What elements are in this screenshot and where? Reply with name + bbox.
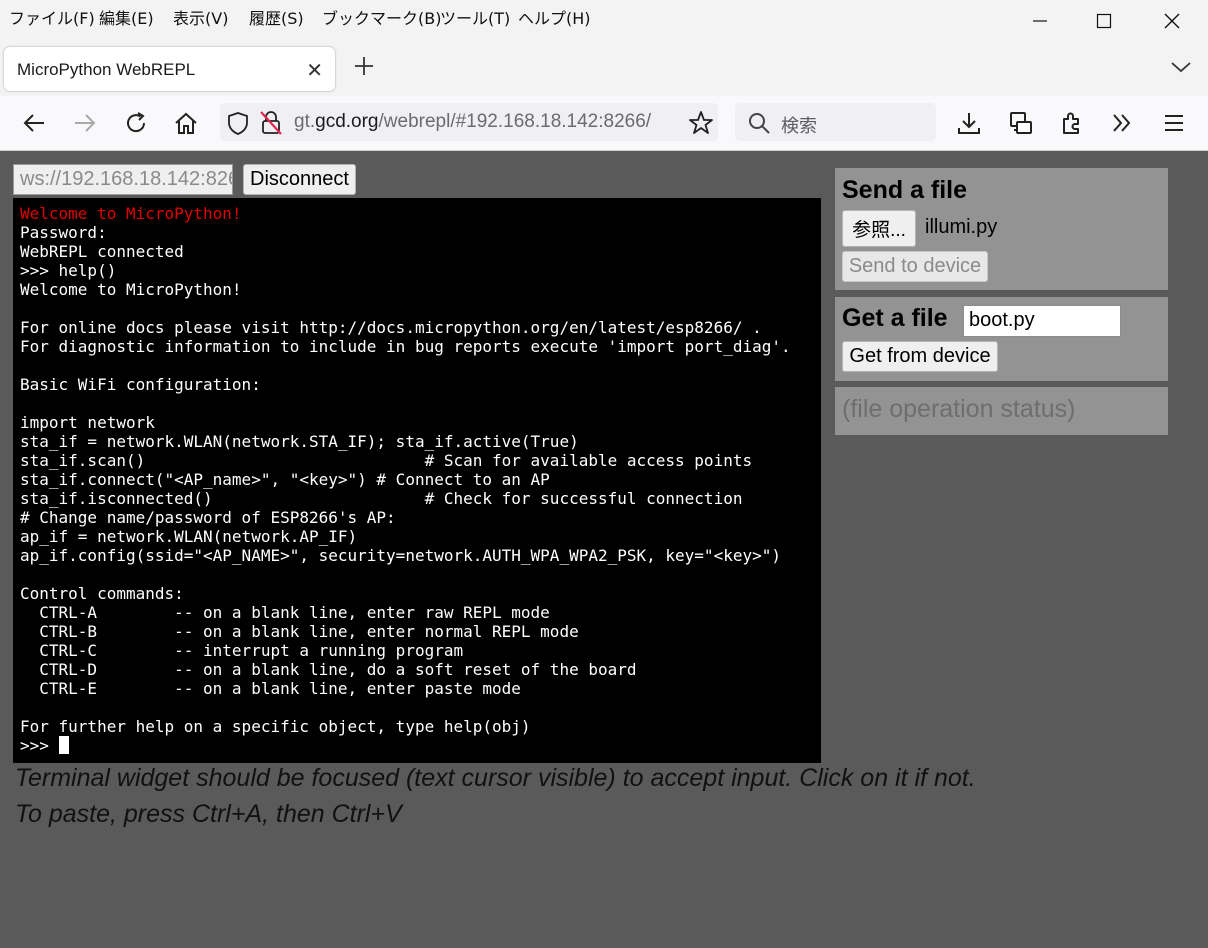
maximize-icon <box>1096 13 1112 29</box>
send-file-panel: Send a file 参照... illumi.py Send to devi… <box>835 168 1168 290</box>
focus-hint: Terminal widget should be focused (text … <box>15 764 976 792</box>
back-arrow-icon <box>23 114 44 132</box>
send-to-device-button[interactable]: Send to device <box>842 251 988 282</box>
download-icon <box>958 113 980 134</box>
tab-strip: MicroPython WebREPL ✕ <box>0 34 1208 96</box>
search-box[interactable]: 検索 <box>735 103 936 141</box>
file-status-text: (file operation status) <box>842 395 1076 423</box>
minimize-icon <box>1033 20 1047 22</box>
paste-hint: To paste, press Ctrl+A, then Ctrl+V <box>15 800 402 828</box>
home-button[interactable] <box>172 109 200 137</box>
text-cursor <box>58 736 69 754</box>
selected-file-name: illumi.py <box>925 216 998 238</box>
navigation-bar: gt.gcd.org/webrepl/#192.168.18.142:8266/… <box>0 96 1208 151</box>
device-icon <box>1010 112 1032 134</box>
terminal[interactable]: Welcome to MicroPython! Password: WebREP… <box>13 198 821 763</box>
menu-bookmarks[interactable]: ブックマーク(B) <box>322 5 441 29</box>
terminal-output: Welcome to MicroPython! Password: WebREP… <box>20 204 791 755</box>
menu-file[interactable]: ファイル(F) <box>9 5 95 29</box>
plus-icon <box>355 57 373 75</box>
extension-device-button[interactable] <box>1007 109 1035 137</box>
list-all-tabs-icon[interactable] <box>1170 60 1192 74</box>
shield-icon[interactable] <box>226 111 250 135</box>
send-file-title: Send a file <box>842 176 968 204</box>
tab-close-icon[interactable]: ✕ <box>306 58 323 82</box>
search-icon <box>749 113 770 134</box>
double-chevron-icon <box>1113 114 1131 132</box>
terminal-welcome: Welcome to MicroPython! <box>20 204 242 223</box>
browse-button[interactable]: 参照... <box>842 210 916 247</box>
websocket-url-input[interactable]: ws://192.168.18.142:8266/ <box>13 164 233 195</box>
menu-tools[interactable]: ツール(T) <box>440 5 510 29</box>
file-status-panel: (file operation status) <box>835 387 1168 435</box>
forward-button[interactable] <box>71 109 99 137</box>
menu-edit[interactable]: 編集(E) <box>99 5 154 29</box>
close-icon <box>1164 13 1180 29</box>
extensions-button[interactable] <box>1058 109 1086 137</box>
insecure-lock-icon[interactable] <box>259 110 283 136</box>
menu-view[interactable]: 表示(V) <box>173 5 228 29</box>
get-from-device-button[interactable]: Get from device <box>842 341 998 372</box>
search-placeholder: 検索 <box>781 116 817 137</box>
hamburger-icon <box>1165 115 1183 131</box>
bookmark-star-icon[interactable] <box>688 110 714 136</box>
puzzle-icon <box>1063 112 1079 134</box>
address-bar[interactable]: gt.gcd.org/webrepl/#192.168.18.142:8266/ <box>220 103 718 141</box>
reload-button[interactable] <box>122 109 150 137</box>
get-file-title: Get a file <box>842 304 948 332</box>
tab-title: MicroPython WebREPL <box>17 60 196 79</box>
menu-help[interactable]: ヘルプ(H) <box>518 5 591 29</box>
home-icon <box>175 112 197 134</box>
url-text: gt.gcd.org/webrepl/#192.168.18.142:8266/ <box>294 111 652 132</box>
terminal-prompt: >>> <box>20 736 59 755</box>
overflow-menu-button[interactable] <box>1108 109 1136 137</box>
terminal-body: Password: WebREPL connected >>> help() W… <box>20 223 791 736</box>
new-tab-button[interactable] <box>352 54 376 82</box>
tab-webrepl[interactable]: MicroPython WebREPL ✕ <box>4 47 335 91</box>
get-file-panel: Get a file boot.py Get from device <box>835 297 1168 381</box>
app-menu-button[interactable] <box>1160 109 1188 137</box>
reload-icon <box>127 112 146 133</box>
downloads-button[interactable] <box>955 109 983 137</box>
back-button[interactable] <box>20 109 48 137</box>
disconnect-button[interactable]: Disconnect <box>243 164 356 195</box>
get-file-name-input[interactable]: boot.py <box>963 305 1121 337</box>
menu-history[interactable]: 履歴(S) <box>249 5 304 29</box>
forward-arrow-icon <box>75 114 96 132</box>
